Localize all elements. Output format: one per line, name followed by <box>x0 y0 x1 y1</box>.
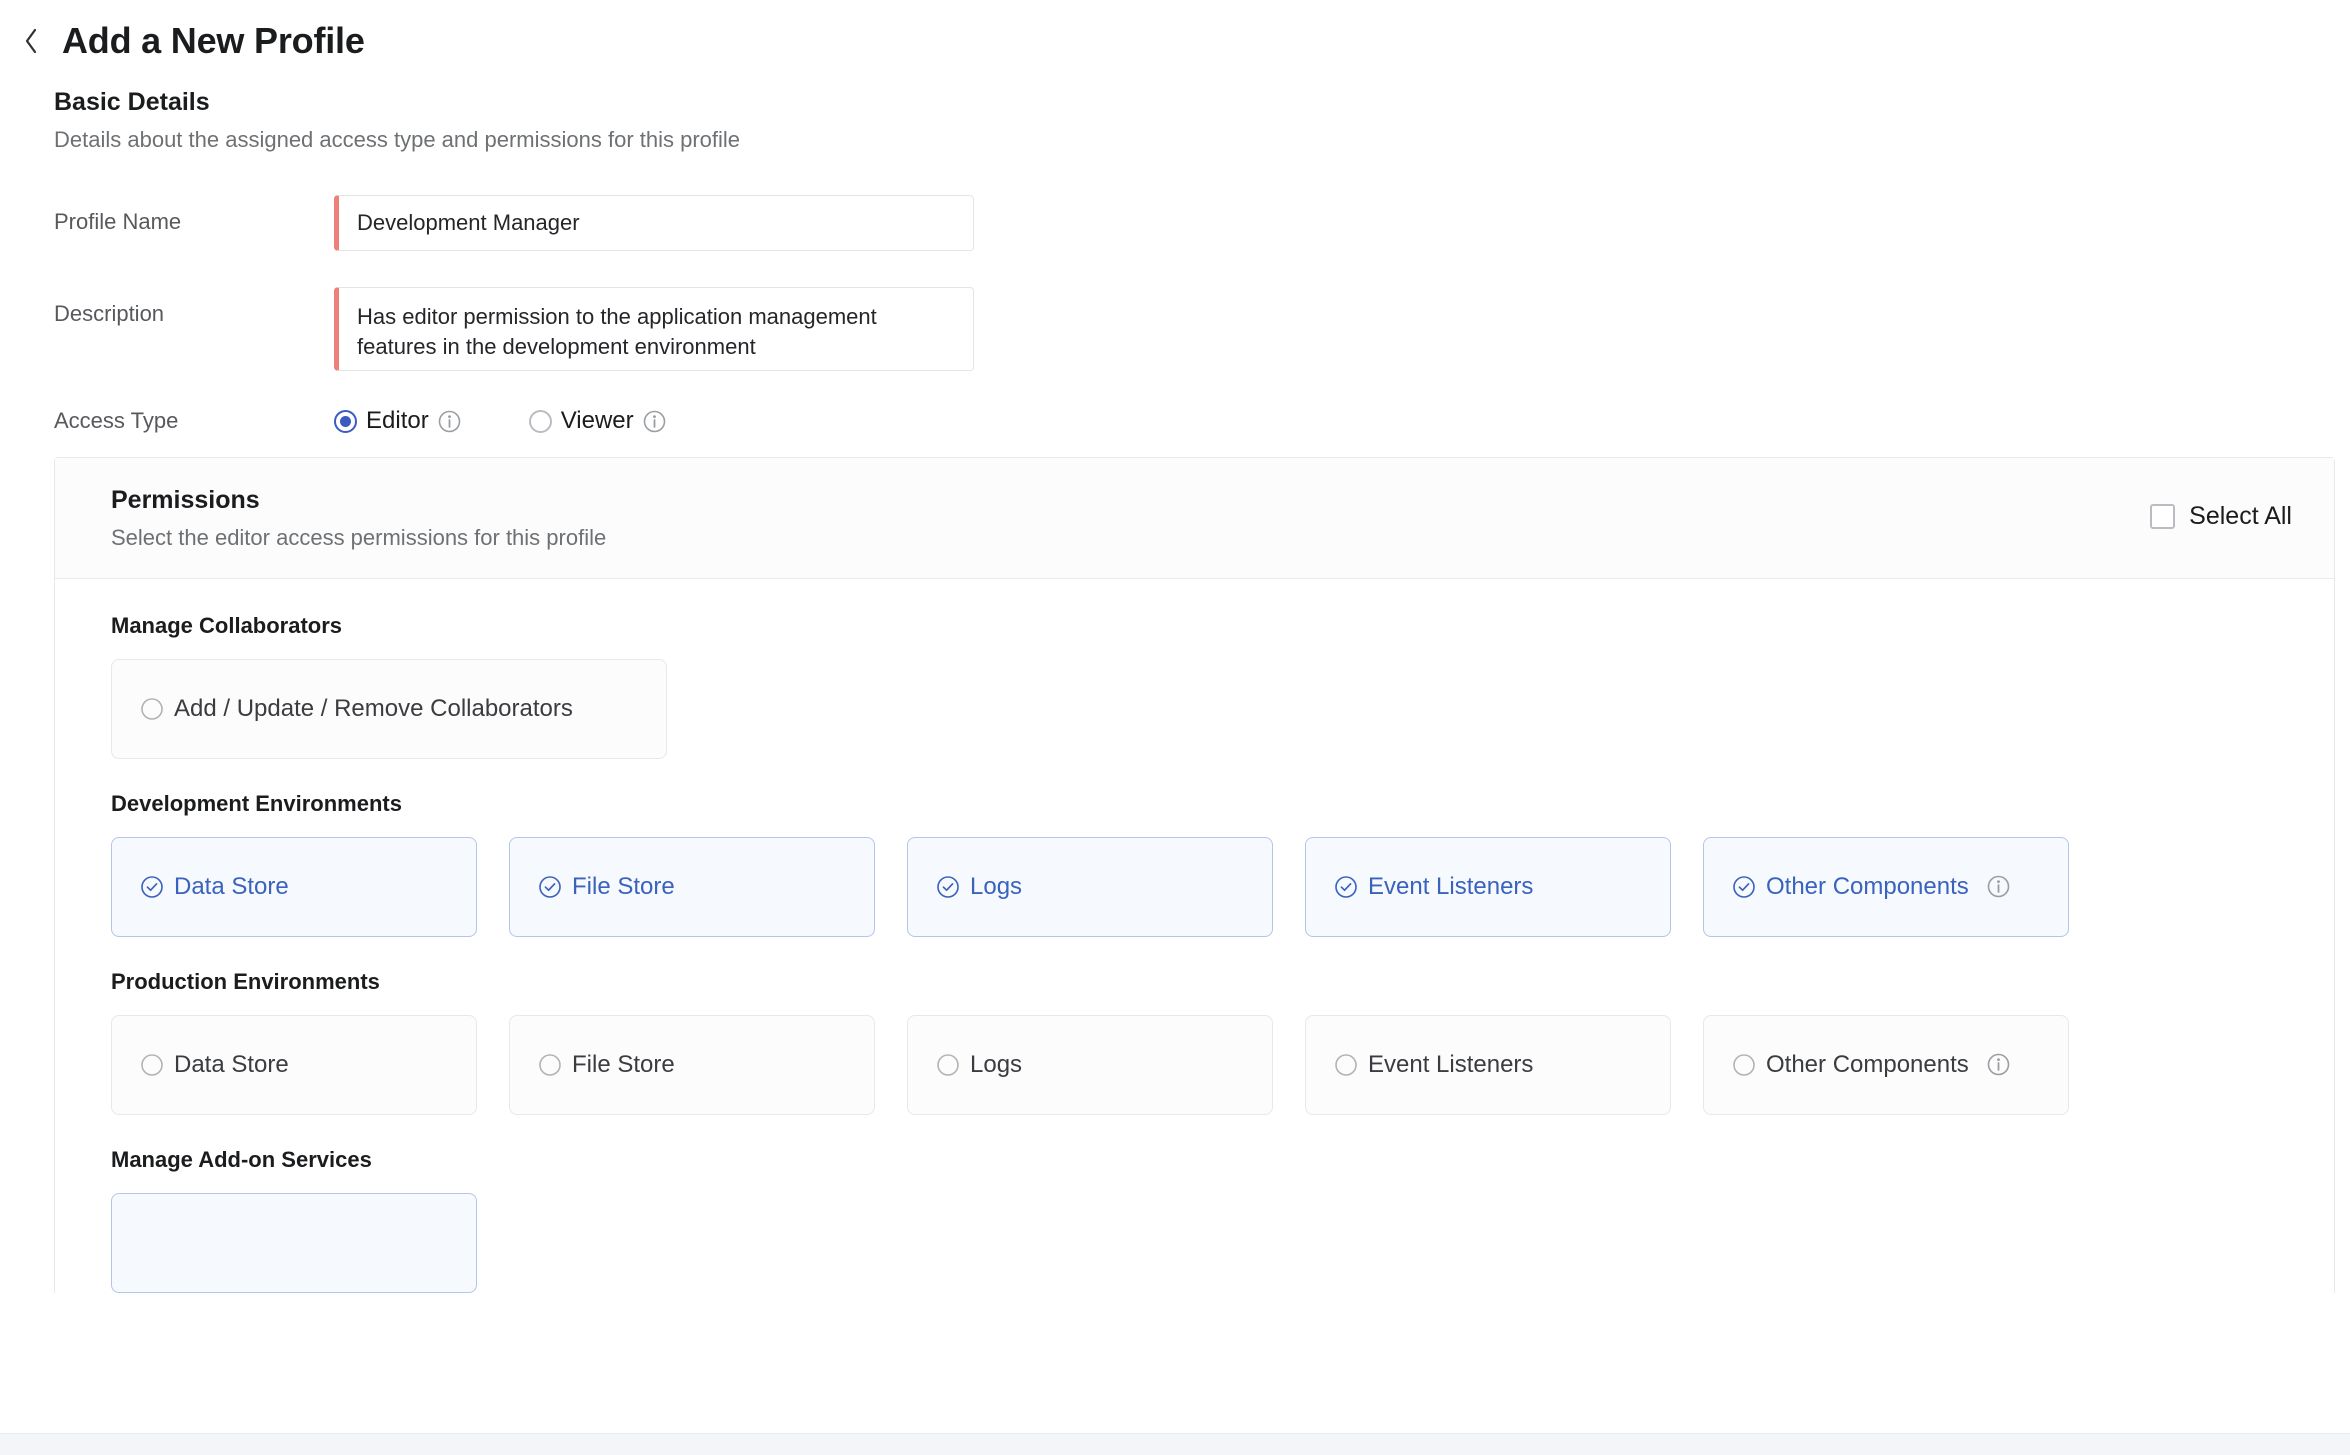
circle-check-icon <box>538 875 562 899</box>
info-icon-prod-other-components[interactable] <box>1987 1053 2010 1076</box>
access-type-option-viewer[interactable]: Viewer <box>529 407 666 435</box>
permission-chip-label: Data Store <box>174 1051 289 1079</box>
permission-chip-dev-file-store[interactable]: File Store <box>509 837 875 937</box>
permissions-subtitle: Select the editor access permissions for… <box>111 525 606 551</box>
permission-chip-row: Data Store File Store <box>111 1015 2278 1115</box>
select-all-control[interactable]: Select All <box>2150 488 2298 531</box>
circle-unchecked-icon <box>1334 1053 1358 1077</box>
circle-unchecked-icon <box>140 697 164 721</box>
page-header: Add a New Profile <box>0 0 2350 68</box>
basic-details-subtitle: Details about the assigned access type a… <box>54 127 2350 153</box>
info-icon-viewer[interactable] <box>643 410 666 433</box>
add-profile-page: Add a New Profile Basic Details Details … <box>0 0 2350 1455</box>
profile-name-label: Profile Name <box>54 195 334 235</box>
permission-chip-label: Data Store <box>174 873 289 901</box>
permission-chip-label: Add / Update / Remove Collaborators <box>174 695 573 723</box>
permission-chip-prod-event-listeners[interactable]: Event Listeners <box>1305 1015 1671 1115</box>
circle-check-icon <box>936 875 960 899</box>
permission-group-production-environments: Production Environments Data Store <box>111 971 2278 1115</box>
access-type-option-viewer-label: Viewer <box>561 407 634 435</box>
description-row: Description Has editor permission to the… <box>54 287 2350 371</box>
permission-group-title: Manage Collaborators <box>111 615 2278 637</box>
page-title: Add a New Profile <box>62 23 365 59</box>
permission-chip-prod-file-store[interactable]: File Store <box>509 1015 875 1115</box>
permission-chip-label: Other Components <box>1766 1051 1969 1079</box>
permission-chip-prod-data-store[interactable]: Data Store <box>111 1015 477 1115</box>
permission-chip-row <box>111 1193 2278 1293</box>
description-field-wrap: Has editor permission to the application… <box>334 287 974 371</box>
permission-chip-dev-other-components[interactable]: Other Components <box>1703 837 2069 937</box>
profile-name-row: Profile Name <box>54 195 2350 251</box>
permission-chip-row: Data Store File Store <box>111 837 2278 937</box>
permission-chip-prod-logs[interactable]: Logs <box>907 1015 1273 1115</box>
permission-group-title: Manage Add-on Services <box>111 1149 2278 1171</box>
permission-chip-label: File Store <box>572 1051 675 1079</box>
permission-chip-row: Add / Update / Remove Collaborators <box>111 659 2278 759</box>
permission-group-development-environments: Development Environments Data Store <box>111 793 2278 937</box>
permission-group-title: Development Environments <box>111 793 2278 815</box>
profile-name-input[interactable] <box>334 195 974 251</box>
permission-chip-label: File Store <box>572 873 675 901</box>
access-type-label: Access Type <box>54 408 334 434</box>
radio-viewer[interactable] <box>529 410 552 433</box>
footer-strip <box>0 1433 2350 1455</box>
permission-chip-dev-logs[interactable]: Logs <box>907 837 1273 937</box>
access-type-option-editor-label: Editor <box>366 407 429 435</box>
permissions-panel: Permissions Select the editor access per… <box>54 457 2335 1292</box>
permission-group-manage-addon-services: Manage Add-on Services <box>111 1149 2278 1293</box>
permission-chip-label: Logs <box>970 1051 1022 1079</box>
basic-details-form: Profile Name Description Has editor perm… <box>54 195 2350 435</box>
permission-chip-label: Logs <box>970 873 1022 901</box>
permission-chip-label: Other Components <box>1766 873 1969 901</box>
permission-group-manage-collaborators: Manage Collaborators Add / Update / Remo… <box>111 615 2278 759</box>
permission-chip-label: Event Listeners <box>1368 1051 1533 1079</box>
circle-unchecked-icon <box>1732 1053 1756 1077</box>
permissions-title: Permissions <box>111 488 606 513</box>
permission-group-title: Production Environments <box>111 971 2278 993</box>
permission-chip-label: Event Listeners <box>1368 873 1533 901</box>
info-icon-editor[interactable] <box>438 410 461 433</box>
permission-chip-add-update-remove-collaborators[interactable]: Add / Update / Remove Collaborators <box>111 659 667 759</box>
profile-name-field-wrap <box>334 195 974 251</box>
permissions-body: Manage Collaborators Add / Update / Remo… <box>55 579 2334 1293</box>
permission-chip-addon-service[interactable] <box>111 1193 477 1293</box>
circle-unchecked-icon <box>140 1053 164 1077</box>
basic-details-title: Basic Details <box>54 90 2350 115</box>
circle-unchecked-icon <box>538 1053 562 1077</box>
select-all-label: Select All <box>2189 502 2292 531</box>
circle-unchecked-icon <box>936 1053 960 1077</box>
circle-check-icon <box>140 875 164 899</box>
basic-details-section: Basic Details Details about the assigned… <box>0 68 2350 435</box>
permission-chip-dev-data-store[interactable]: Data Store <box>111 837 477 937</box>
info-icon-dev-other-components[interactable] <box>1987 875 2010 898</box>
description-textarea[interactable]: Has editor permission to the application… <box>334 287 974 371</box>
permissions-heading-block: Permissions Select the editor access per… <box>111 488 606 551</box>
back-chevron-icon[interactable] <box>18 24 44 58</box>
access-type-radio-group: Editor Viewer <box>334 407 666 435</box>
access-type-option-editor[interactable]: Editor <box>334 407 461 435</box>
description-label: Description <box>54 287 334 327</box>
select-all-checkbox[interactable] <box>2150 504 2175 529</box>
permission-chip-dev-event-listeners[interactable]: Event Listeners <box>1305 837 1671 937</box>
circle-check-icon <box>1732 875 1756 899</box>
radio-editor[interactable] <box>334 410 357 433</box>
circle-check-icon <box>1334 875 1358 899</box>
access-type-row: Access Type Editor <box>54 407 2350 435</box>
permissions-header: Permissions Select the editor access per… <box>55 458 2334 578</box>
permission-chip-prod-other-components[interactable]: Other Components <box>1703 1015 2069 1115</box>
